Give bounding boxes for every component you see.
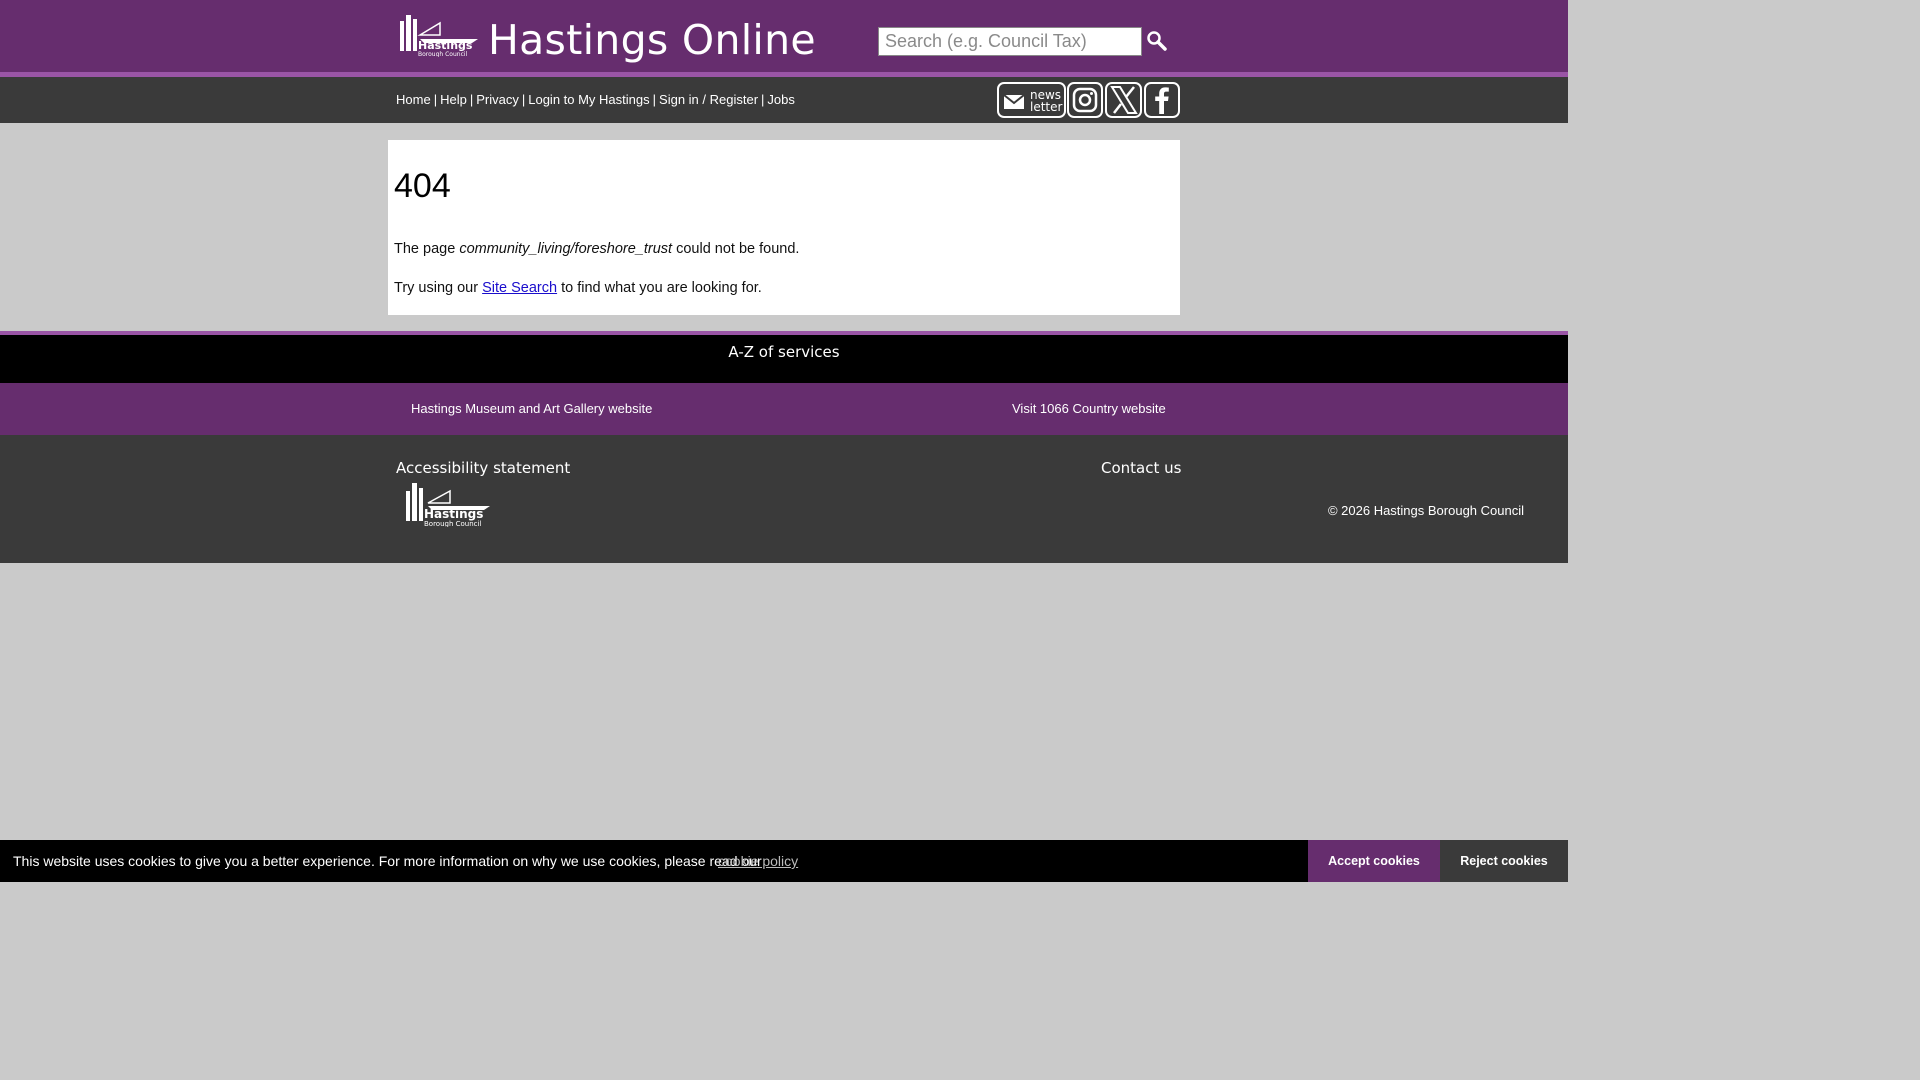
footer-hastings-logo: Hastings Borough Council — [406, 483, 490, 527]
nav-separator: | — [521, 92, 526, 107]
accept-cookies-button[interactable]: Accept cookies — [1308, 840, 1440, 882]
svg-text:Borough Council: Borough Council — [424, 520, 481, 527]
suggestion-suffix: to find what you are looking for. — [557, 280, 762, 296]
suggestion-prefix: Try using our — [394, 280, 483, 296]
nav-link-jobs[interactable]: Jobs — [767, 92, 794, 107]
search-input[interactable] — [878, 27, 1142, 56]
copyright: © 2026 Hastings Borough Council — [1327, 503, 1524, 518]
search-icon — [1147, 31, 1167, 51]
instagram-icon — [1072, 87, 1098, 113]
nav-link-sign-in[interactable]: Sign in / Register — [659, 92, 758, 107]
museum-link[interactable]: Hastings Museum and Art Gallery website — [411, 401, 652, 416]
hastings-logo[interactable]: Hastings Borough Council — [396, 13, 482, 57]
facebook-button[interactable] — [1144, 82, 1180, 118]
newsletter-button[interactable]: news letter — [997, 82, 1066, 118]
newsletter-icon: news letter — [1003, 88, 1063, 114]
bottom-footer — [0, 435, 1568, 563]
not-found-message: The page community_living/foreshore_trus… — [394, 241, 799, 257]
partner-bar — [0, 383, 1568, 435]
x-icon — [1110, 86, 1138, 114]
reject-cookies-button[interactable]: Reject cookies — [1440, 840, 1568, 882]
svg-text:letter: letter — [1030, 100, 1063, 114]
country-link[interactable]: Visit 1066 Country website — [1012, 401, 1166, 416]
search-suggestion: Try using our Site Search to find what y… — [394, 280, 762, 296]
az-services-link[interactable]: A-Z of services — [0, 343, 1568, 361]
instagram-button[interactable] — [1067, 82, 1103, 118]
accessibility-link[interactable]: Accessibility statement — [396, 459, 570, 477]
nav-links: Home | Help | Privacy | Login to My Hastings | S… — [396, 93, 795, 107]
nav-link-help[interactable]: Help — [440, 92, 467, 107]
nav-link-login[interactable]: Login to My Hastings — [528, 92, 649, 107]
facebook-icon — [1155, 87, 1169, 114]
nav-separator: | — [433, 92, 438, 107]
x-button[interactable] — [1105, 82, 1142, 118]
error-heading: 404 — [394, 167, 451, 205]
nav-separator: | — [652, 92, 657, 107]
site-search-link[interactable]: Site Search — [482, 280, 557, 296]
nav-separator: | — [761, 92, 765, 107]
main-content: 404 The page community_living/foreshore_… — [388, 140, 1180, 315]
cookie-text: This website uses cookies to give you a … — [13, 853, 762, 869]
message-prefix: The page — [394, 241, 460, 257]
search-button[interactable] — [1145, 29, 1169, 53]
nav-link-home[interactable]: Home — [396, 92, 431, 107]
svg-text:Hastings: Hastings — [424, 507, 483, 521]
svg-text:Borough Council: Borough Council — [418, 51, 468, 57]
nav-link-privacy[interactable]: Privacy — [476, 92, 519, 107]
message-suffix: could not be found. — [672, 241, 800, 257]
cookie-policy-link[interactable]: cookie policy — [718, 853, 798, 869]
contact-link[interactable]: Contact us — [1101, 459, 1181, 477]
site-title: Hastings Online — [488, 16, 816, 64]
nav-separator: | — [469, 92, 474, 107]
missing-path: community_living/foreshore_trust — [459, 241, 673, 257]
